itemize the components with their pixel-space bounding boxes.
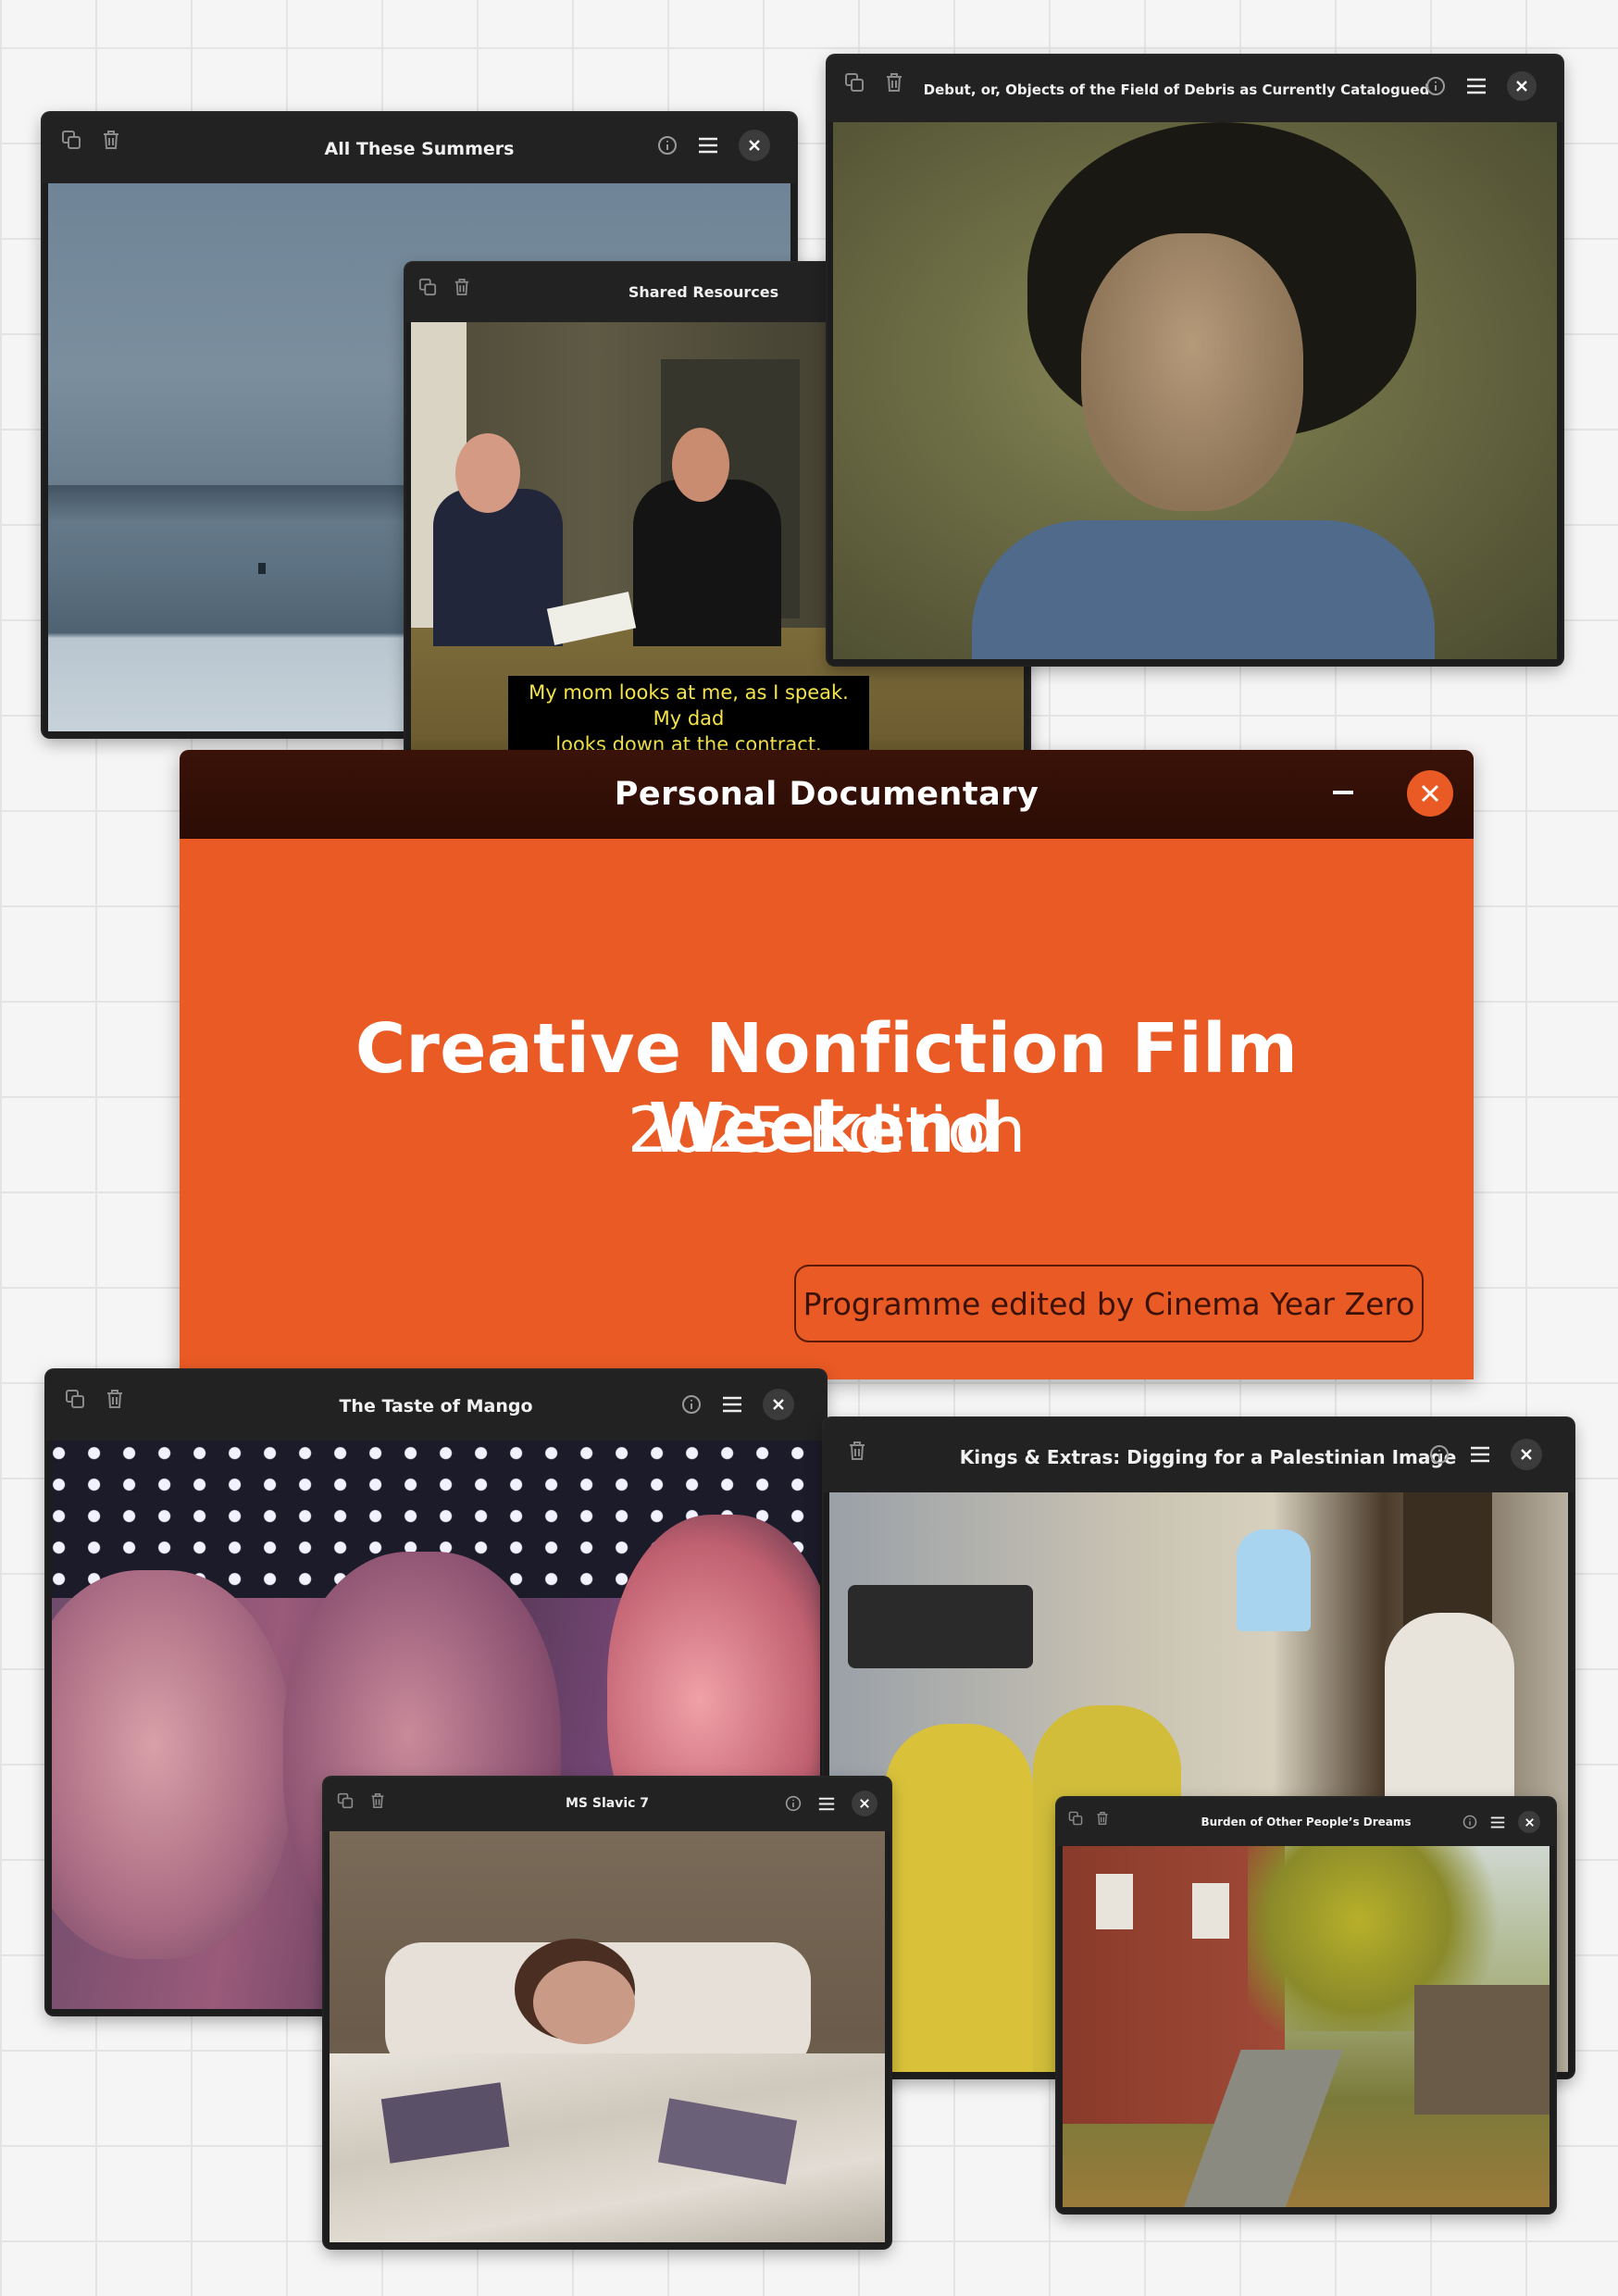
- menu-icon[interactable]: [1470, 1446, 1490, 1463]
- copy-icon[interactable]: [1068, 1811, 1083, 1826]
- main-titlebar: Personal Documentary: [180, 750, 1474, 839]
- close-button[interactable]: [763, 1389, 794, 1420]
- copy-icon[interactable]: [65, 1389, 85, 1409]
- film-still-webcam-portrait: [833, 122, 1557, 659]
- info-icon[interactable]: [681, 1394, 702, 1415]
- copy-icon[interactable]: [337, 1792, 354, 1809]
- minimize-icon[interactable]: [1333, 791, 1353, 794]
- face: [1081, 233, 1303, 511]
- menu-icon[interactable]: [1490, 1816, 1505, 1828]
- trash-icon[interactable]: [106, 1389, 124, 1409]
- wooden-fence: [1414, 1985, 1550, 2115]
- window-burden-of-other-peoples-dreams[interactable]: Burden of Other People’s Dreams: [1057, 1798, 1555, 2213]
- film-still-sleeping-woman: [330, 1831, 885, 2242]
- person-older-man: [433, 489, 563, 646]
- close-icon: [1516, 81, 1527, 92]
- close-icon: [860, 1799, 869, 1808]
- close-icon: [1521, 1449, 1532, 1460]
- info-icon[interactable]: [785, 1795, 802, 1812]
- trash-icon[interactable]: [1096, 1811, 1109, 1826]
- copy-icon[interactable]: [61, 130, 81, 150]
- window-personal-documentary[interactable]: Personal Documentary Creative Nonfiction…: [180, 750, 1474, 1379]
- window-ms-slavic-7[interactable]: MS Slavic 7: [324, 1778, 890, 2248]
- trash-icon[interactable]: [454, 278, 470, 296]
- sleeping-face: [533, 1961, 635, 2044]
- close-button[interactable]: [739, 130, 770, 161]
- camera: [848, 1585, 1033, 1668]
- info-icon[interactable]: [1425, 76, 1446, 96]
- face-left: [52, 1570, 292, 1959]
- crew-woman-1: [885, 1724, 1033, 2072]
- menu-icon[interactable]: [722, 1396, 742, 1413]
- close-icon: [749, 140, 760, 151]
- close-button[interactable]: [852, 1791, 877, 1816]
- trash-icon[interactable]: [102, 130, 120, 150]
- close-button[interactable]: [1507, 71, 1537, 101]
- close-icon: [1525, 1817, 1534, 1827]
- close-button[interactable]: [1511, 1439, 1542, 1470]
- copy-icon[interactable]: [418, 278, 437, 296]
- close-button[interactable]: [1518, 1811, 1540, 1833]
- close-icon: [1421, 784, 1439, 803]
- window-debut[interactable]: Debut, or, Objects of the Field of Debri…: [828, 56, 1562, 665]
- water-cooler: [1237, 1529, 1311, 1631]
- copy-icon[interactable]: [844, 72, 865, 93]
- info-icon[interactable]: [657, 135, 678, 156]
- subtitle-line-1: My mom looks at me, as I speak. My dad: [529, 681, 849, 730]
- distant-figure: [258, 563, 266, 574]
- menu-icon[interactable]: [1466, 78, 1487, 94]
- person-younger-man: [633, 480, 781, 646]
- info-icon[interactable]: [1429, 1444, 1450, 1465]
- menu-icon[interactable]: [698, 137, 718, 154]
- info-icon[interactable]: [1462, 1815, 1477, 1829]
- credit-button[interactable]: Programme edited by Cinema Year Zero: [794, 1265, 1424, 1342]
- subtitle-box: My mom looks at me, as I speak. My dad l…: [508, 676, 869, 757]
- trash-icon[interactable]: [848, 1441, 866, 1461]
- close-icon: [773, 1399, 784, 1410]
- close-button[interactable]: [1407, 770, 1453, 817]
- menu-icon[interactable]: [818, 1797, 835, 1811]
- edition-subtitle: 2025 Edition: [628, 1094, 1026, 1167]
- trash-icon[interactable]: [885, 72, 903, 93]
- film-still-backyard-street: [1063, 1846, 1550, 2207]
- main-window-title: Personal Documentary: [614, 776, 1039, 813]
- trash-icon[interactable]: [370, 1792, 385, 1809]
